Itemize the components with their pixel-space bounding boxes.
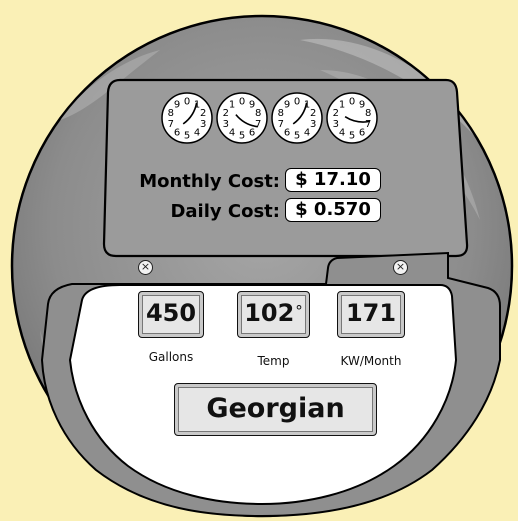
kw-label: KW/Month: [340, 354, 402, 368]
close-icon-left[interactable]: ×: [138, 260, 153, 275]
kw-value: 171: [345, 299, 397, 327]
daily-cost-label: Daily Cost:: [170, 201, 280, 222]
temp-value: 102: [244, 299, 295, 327]
gallons-label: Gallons: [148, 350, 194, 364]
close-icon-right[interactable]: ×: [393, 260, 408, 275]
kw-readout: 171: [337, 291, 405, 338]
gallons-value: 450: [145, 299, 197, 327]
daily-cost-value: $ 0.570: [285, 198, 381, 222]
gallons-readout: 450: [138, 291, 204, 338]
monthly-cost-value: $ 17.10: [285, 168, 381, 192]
style-selector-button[interactable]: Georgian: [174, 383, 377, 436]
temp-unit: °: [295, 302, 303, 320]
monthly-cost-label: Monthly Cost:: [139, 171, 280, 192]
temp-readout: 102°: [237, 291, 310, 338]
temp-label: Temp: [257, 354, 290, 368]
water-heater-meter-app: 0123456789012345678901234567890123456789…: [0, 0, 518, 521]
